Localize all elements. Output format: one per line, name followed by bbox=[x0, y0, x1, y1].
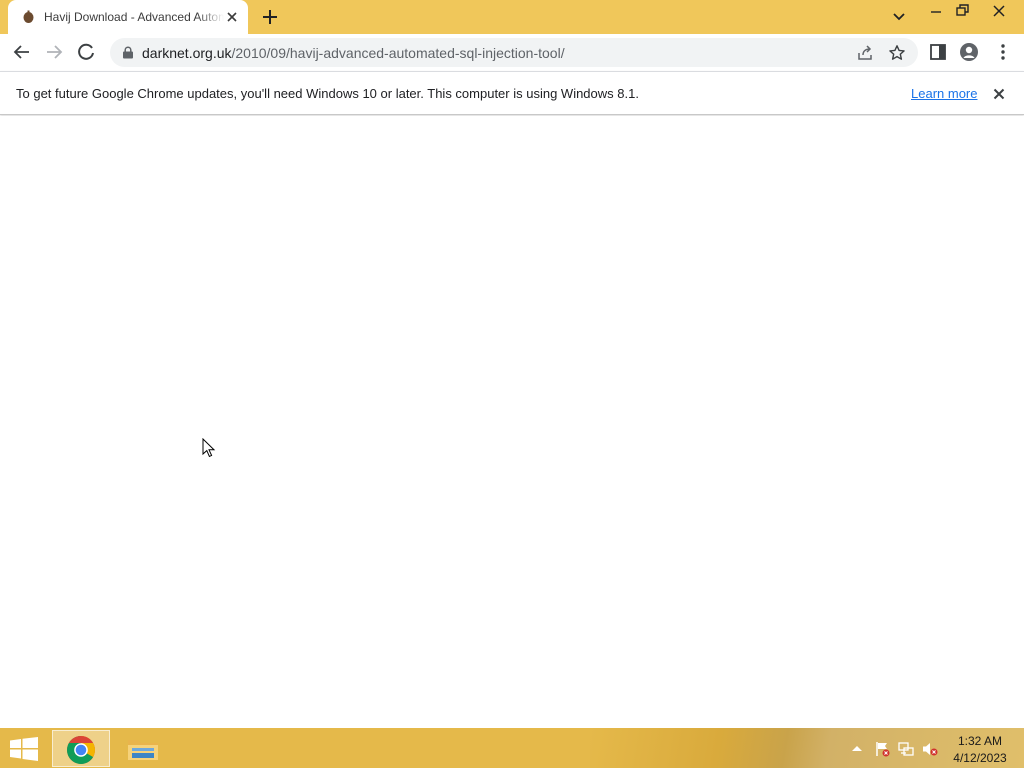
side-panel-icon[interactable] bbox=[928, 42, 948, 62]
close-window-icon[interactable] bbox=[982, 0, 1016, 22]
tab-title: Havij Download - Advanced Automated SQL … bbox=[44, 10, 224, 24]
restore-window-icon[interactable] bbox=[952, 2, 972, 20]
page-content[interactable] bbox=[0, 116, 1024, 728]
taskbar-chrome-button[interactable] bbox=[52, 730, 110, 767]
tab-search-chevron-icon[interactable] bbox=[890, 8, 908, 26]
new-tab-icon[interactable] bbox=[261, 8, 279, 26]
browser-toolbar: darknet.org.uk/2010/09/havij-advanced-au… bbox=[0, 34, 1024, 71]
forward-arrow-icon[interactable] bbox=[44, 42, 64, 62]
darknet-favicon-icon bbox=[23, 10, 34, 23]
taskbar-clock-time[interactable]: 1:32 AM bbox=[948, 734, 1012, 748]
volume-muted-icon[interactable] bbox=[922, 741, 938, 757]
network-icon[interactable] bbox=[898, 741, 914, 757]
tab-close-icon[interactable] bbox=[224, 9, 240, 25]
browser-tab[interactable]: Havij Download - Advanced Automated SQL … bbox=[8, 0, 248, 34]
taskbar-clock-date[interactable]: 4/12/2023 bbox=[948, 751, 1012, 765]
chrome-icon bbox=[67, 736, 95, 764]
windows-taskbar: 1:32 AM 4/12/2023 bbox=[0, 728, 1024, 768]
bookmark-star-icon[interactable] bbox=[888, 44, 906, 62]
update-infobar: To get future Google Chrome updates, you… bbox=[0, 71, 1024, 115]
infobar-message: To get future Google Chrome updates, you… bbox=[16, 86, 639, 101]
mouse-cursor-icon bbox=[202, 438, 216, 458]
tab-strip: Havij Download - Advanced Automated SQL … bbox=[0, 0, 1024, 34]
url-host: darknet.org.uk bbox=[142, 45, 232, 61]
minimize-window-icon[interactable] bbox=[926, 2, 946, 20]
address-bar[interactable]: darknet.org.uk/2010/09/havij-advanced-au… bbox=[110, 38, 918, 67]
show-hidden-icons[interactable] bbox=[851, 744, 863, 752]
profile-avatar-icon[interactable] bbox=[959, 42, 979, 62]
share-icon[interactable] bbox=[856, 44, 874, 62]
back-arrow-icon[interactable] bbox=[12, 42, 32, 62]
chrome-menu-icon[interactable] bbox=[993, 42, 1013, 62]
file-explorer-icon[interactable] bbox=[124, 732, 162, 764]
url-path: /2010/09/havij-advanced-automated-sql-in… bbox=[231, 45, 565, 61]
learn-more-link[interactable]: Learn more bbox=[911, 86, 977, 102]
windows-start-icon[interactable] bbox=[10, 737, 38, 761]
url-text[interactable]: darknet.org.uk/2010/09/havij-advanced-au… bbox=[142, 45, 565, 61]
infobar-close-icon[interactable] bbox=[991, 86, 1007, 102]
stop-loading-icon[interactable] bbox=[76, 42, 96, 62]
lock-icon[interactable] bbox=[122, 46, 134, 59]
action-center-flag-icon[interactable] bbox=[874, 741, 890, 757]
